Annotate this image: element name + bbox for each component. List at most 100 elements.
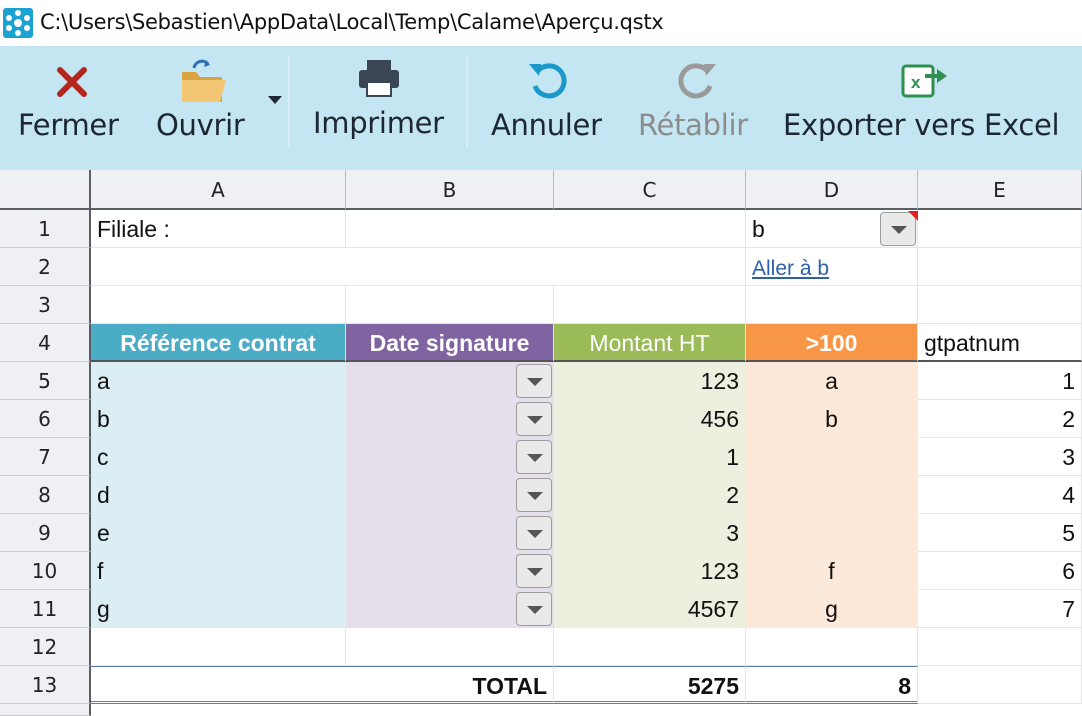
excel-export-icon: x	[901, 64, 947, 98]
cell[interactable]	[746, 286, 918, 324]
chevron-down-icon	[527, 492, 543, 500]
toolbar-separator	[288, 56, 290, 148]
date-dropdown-button[interactable]	[516, 478, 552, 512]
row-header[interactable]: 10	[0, 552, 91, 590]
column-header-a[interactable]: A	[91, 170, 346, 210]
gt100-cell[interactable]	[746, 438, 918, 476]
cell[interactable]	[918, 628, 1082, 666]
goto-link[interactable]: Aller à b	[752, 257, 829, 280]
title-bar: C:\Users\Sebastien\AppData\Local\Temp\Ca…	[0, 0, 1082, 46]
row-header[interactable]: 12	[0, 628, 91, 666]
cell[interactable]	[554, 286, 746, 324]
date-dropdown-button[interactable]	[516, 592, 552, 626]
total-amount[interactable]: 5275	[554, 666, 746, 704]
export-excel-button[interactable]: x Exporter vers Excel	[783, 46, 1073, 170]
row-header[interactable]: 4	[0, 324, 91, 362]
row-header[interactable]: 5	[0, 362, 91, 400]
comment-marker-icon	[908, 211, 918, 221]
header-gtpatnum[interactable]: gtpatnum	[918, 324, 1082, 362]
select-all-corner[interactable]	[0, 170, 91, 210]
redo-button[interactable]: Rétablir	[638, 46, 758, 170]
total-label[interactable]: TOTAL	[91, 666, 554, 704]
filiale-label[interactable]: Filiale :	[91, 210, 346, 248]
row-header[interactable]: 7	[0, 438, 91, 476]
undo-button[interactable]: Annuler	[491, 46, 611, 170]
gt100-cell[interactable]	[746, 514, 918, 552]
cell[interactable]	[91, 286, 346, 324]
gt100-cell[interactable]	[746, 476, 918, 514]
date-dropdown-button[interactable]	[516, 554, 552, 588]
gtpatnum-cell[interactable]: 1	[918, 362, 1082, 400]
cell[interactable]	[91, 248, 746, 286]
date-dropdown-button[interactable]	[516, 364, 552, 398]
header-reference-contrat[interactable]: Référence contrat	[91, 324, 346, 362]
date-dropdown-button[interactable]	[516, 516, 552, 550]
close-icon	[57, 67, 87, 97]
cell[interactable]	[91, 628, 346, 666]
cell[interactable]	[918, 248, 1082, 286]
header-gt100[interactable]: >100	[746, 324, 918, 362]
amount-cell[interactable]: 123	[554, 552, 746, 590]
gtpatnum-cell[interactable]: 4	[918, 476, 1082, 514]
column-header-e[interactable]: E	[918, 170, 1082, 210]
reference-cell[interactable]: d	[91, 476, 346, 514]
gtpatnum-cell[interactable]: 3	[918, 438, 1082, 476]
row-header[interactable]: 8	[0, 476, 91, 514]
cell[interactable]	[346, 286, 554, 324]
open-button[interactable]: Ouvrir	[156, 46, 286, 170]
reference-cell[interactable]: a	[91, 362, 346, 400]
gt100-cell[interactable]: g	[746, 590, 918, 628]
cell[interactable]	[554, 628, 746, 666]
gtpatnum-cell[interactable]: 5	[918, 514, 1082, 552]
column-header-c[interactable]: C	[554, 170, 746, 210]
cell[interactable]	[918, 666, 1082, 704]
close-button[interactable]: Fermer	[18, 46, 130, 170]
chevron-down-icon	[527, 416, 543, 424]
row-header[interactable]: 6	[0, 400, 91, 438]
spreadsheet-grid[interactable]: A B C D E 1 2 3 4 5 6 7 8 9 10 11 12 13 …	[0, 170, 1082, 716]
header-montant-ht[interactable]: Montant HT	[554, 324, 746, 362]
print-button[interactable]: Imprimer	[313, 46, 453, 170]
header-date-signature[interactable]: Date signature	[346, 324, 554, 362]
amount-cell[interactable]: 456	[554, 400, 746, 438]
cell[interactable]	[918, 286, 1082, 324]
amount-cell[interactable]: 4567	[554, 590, 746, 628]
row-header[interactable]: 11	[0, 590, 91, 628]
column-header-b[interactable]: B	[346, 170, 554, 210]
amount-cell[interactable]: 123	[554, 362, 746, 400]
column-header-d[interactable]: D	[746, 170, 918, 210]
gtpatnum-cell[interactable]: 2	[918, 400, 1082, 438]
chevron-down-icon	[527, 454, 543, 462]
gtpatnum-cell[interactable]: 6	[918, 552, 1082, 590]
date-dropdown-button[interactable]	[516, 440, 552, 474]
row-header[interactable]: 3	[0, 286, 91, 324]
goto-cell[interactable]: Aller à b	[746, 248, 918, 286]
cell[interactable]	[918, 210, 1082, 248]
gt100-cell[interactable]: f	[746, 552, 918, 590]
gt100-cell[interactable]: a	[746, 362, 918, 400]
cell[interactable]	[746, 628, 918, 666]
reference-cell[interactable]: g	[91, 590, 346, 628]
date-dropdown-button[interactable]	[516, 402, 552, 436]
row-header[interactable]: 13	[0, 666, 91, 704]
row-header[interactable]: 9	[0, 514, 91, 552]
open-dropdown-arrow-icon[interactable]	[268, 96, 282, 104]
cell[interactable]	[346, 628, 554, 666]
chevron-down-icon	[891, 226, 907, 234]
reference-cell[interactable]: f	[91, 552, 346, 590]
gtpatnum-cell[interactable]: 7	[918, 590, 1082, 628]
amount-cell[interactable]: 2	[554, 476, 746, 514]
reference-cell[interactable]: c	[91, 438, 346, 476]
reference-cell[interactable]: b	[91, 400, 346, 438]
cell[interactable]	[346, 210, 746, 248]
redo-icon	[678, 63, 716, 99]
window-title: C:\Users\Sebastien\AppData\Local\Temp\Ca…	[40, 10, 664, 34]
row-header[interactable]: 2	[0, 248, 91, 286]
total-count[interactable]: 8	[746, 666, 918, 704]
gt100-cell[interactable]: b	[746, 400, 918, 438]
amount-cell[interactable]: 3	[554, 514, 746, 552]
row-header[interactable]: 1	[0, 210, 91, 248]
reference-cell[interactable]: e	[91, 514, 346, 552]
amount-cell[interactable]: 1	[554, 438, 746, 476]
row-header[interactable]	[0, 704, 91, 716]
